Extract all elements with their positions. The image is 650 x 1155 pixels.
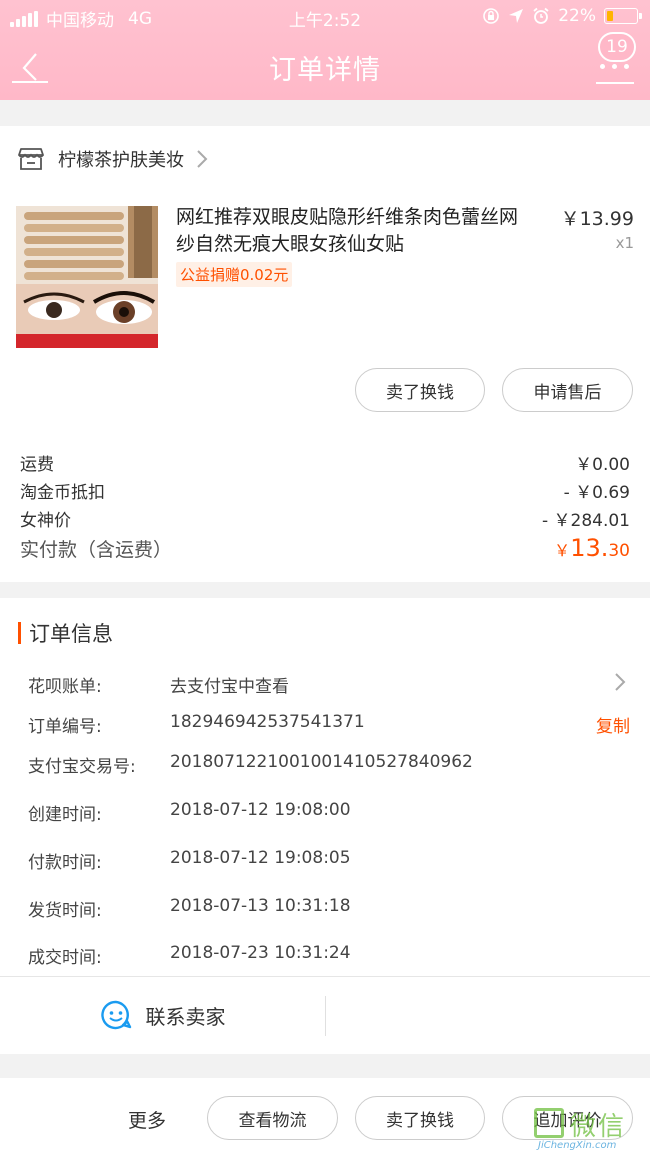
paid-row: 实付款（含运费） ￥13.30	[20, 534, 630, 562]
product-photo	[16, 206, 158, 348]
copy-order-number-button[interactable]: 复制	[596, 712, 630, 737]
product-quantity: x1	[615, 234, 634, 252]
paid-amount: ￥13.30	[554, 534, 630, 562]
paid-time-label: 付款时间:	[28, 853, 102, 873]
shop-link[interactable]: 柠檬茶护肤美妆	[18, 146, 208, 172]
section-title: 订单信息	[29, 622, 113, 646]
order-number-value: 182946942537541371	[170, 712, 365, 732]
more-dots-icon	[600, 64, 629, 69]
contact-seller-label: 联系卖家	[145, 1004, 226, 1029]
paid-integer: 13.	[570, 534, 609, 562]
paid-time-value: 2018-07-12 19:08:05	[170, 848, 351, 868]
fee-row-coin-discount: 淘金币抵扣 - ￥0.69	[20, 478, 630, 503]
status-bar: 中国移动 4G 上午2:52 22%	[0, 0, 650, 34]
product-title[interactable]: 网红推荐双眼皮贴隐形纤维条肉色蕾丝网纱自然无痕大眼女孩仙女贴	[176, 204, 536, 258]
created-time-value: 2018-07-12 19:08:00	[170, 800, 351, 820]
app-header: 中国移动 4G 上午2:52 22% 订单详情 19	[0, 0, 650, 100]
order-info-heading: 订单信息	[18, 618, 113, 648]
fee-row-goddess-price: 女神价 - ￥284.01	[20, 506, 630, 531]
product-image[interactable]	[16, 206, 158, 348]
order-product-card: 柠檬茶护肤美妆 网红推荐双眼皮贴隐形纤维条肉色蕾丝网纱自然无痕大眼女孩仙女贴 公…	[0, 126, 650, 582]
battery-icon	[604, 8, 642, 24]
watermark-url: JiChengXin.com	[538, 1140, 617, 1151]
orientation-lock-icon	[483, 8, 500, 24]
watermark-text: 微信	[570, 1112, 627, 1142]
fee-label: 运费	[20, 455, 54, 475]
chevron-right-icon	[197, 150, 208, 168]
more-underline	[596, 82, 634, 84]
more-actions-button[interactable]: 更多	[128, 1106, 166, 1133]
shop-icon	[18, 148, 44, 170]
paid-currency: ￥	[554, 541, 571, 560]
paid-label: 实付款（含运费）	[20, 539, 173, 561]
alarm-icon	[533, 7, 549, 24]
product-price: ￥13.99	[560, 208, 634, 230]
completed-time-label: 成交时间:	[28, 948, 102, 968]
view-logistics-button[interactable]: 查看物流	[207, 1096, 338, 1140]
resell-bottom-button[interactable]: 卖了换钱	[355, 1096, 485, 1140]
site-watermark: 微信 JiChengXin.com	[532, 1104, 650, 1155]
more-menu-button[interactable]: 19	[596, 32, 636, 86]
created-time-label: 创建时间:	[28, 805, 102, 825]
fee-row-shipping: 运费 ￥0.00	[20, 450, 630, 475]
resell-button[interactable]: 卖了换钱	[355, 368, 485, 412]
completed-time-value: 2018-07-23 10:31:24	[170, 943, 351, 963]
location-icon	[509, 9, 524, 23]
shipped-time-label: 发货时间:	[28, 901, 102, 921]
chevron-right-icon[interactable]	[614, 672, 626, 692]
huabei-label: 花呗账单:	[28, 677, 102, 697]
donation-tag: 公益捐赠0.02元	[176, 262, 293, 287]
battery-percent: 22%	[558, 6, 596, 26]
alipay-trade-value: 2018071221001001410527840962	[170, 752, 473, 772]
order-number-label: 订单编号:	[28, 717, 102, 737]
fee-value: - ￥0.69	[563, 483, 630, 503]
contact-seller-button[interactable]: 联系卖家	[0, 977, 325, 1053]
status-right: 22%	[482, 6, 642, 26]
request-aftersale-button[interactable]: 申请售后	[502, 368, 633, 412]
huabei-value[interactable]: 去支付宝中查看	[170, 672, 289, 697]
shipped-time-value: 2018-07-13 10:31:18	[170, 896, 351, 916]
message-count-badge: 19	[598, 32, 636, 62]
divider	[325, 996, 326, 1036]
accent-bar	[18, 622, 21, 644]
fee-value: ￥0.00	[575, 455, 630, 475]
chat-bubble-icon	[100, 1000, 131, 1030]
battery-level	[607, 11, 614, 21]
watermark-logo	[534, 1108, 564, 1138]
order-info-card: 订单信息 花呗账单: 去支付宝中查看 订单编号: 182946942537541…	[0, 598, 650, 1054]
fee-label: 淘金币抵扣	[20, 483, 105, 503]
page-title: 订单详情	[269, 55, 381, 86]
alipay-trade-label: 支付宝交易号:	[28, 757, 136, 777]
paid-decimal: 30	[608, 541, 630, 561]
shop-name: 柠檬茶护肤美妆	[58, 150, 184, 171]
fee-label: 女神价	[20, 511, 71, 531]
fee-value: - ￥284.01	[541, 511, 630, 531]
